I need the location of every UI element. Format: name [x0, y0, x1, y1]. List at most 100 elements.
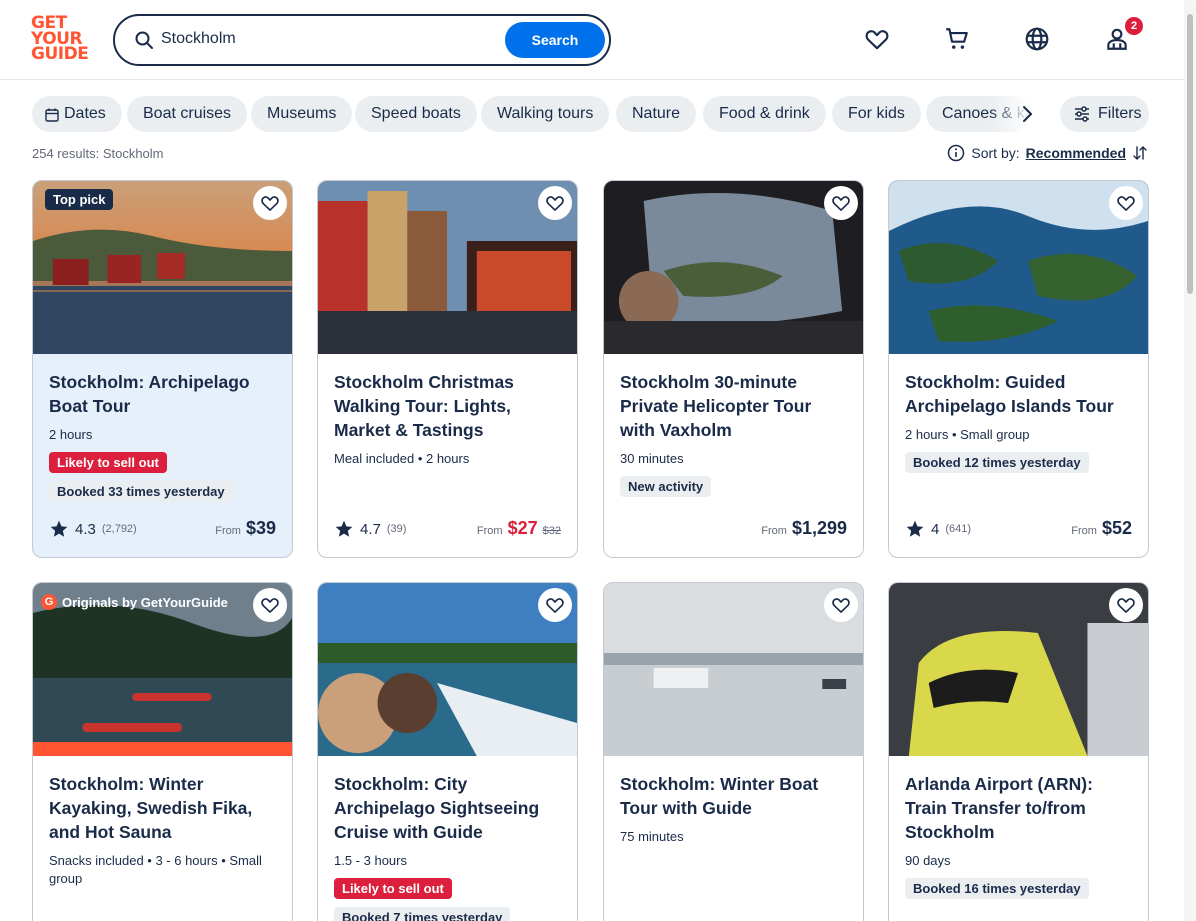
sell-out-badge: Likely to sell out [334, 878, 452, 899]
sort-arrows-icon[interactable] [1132, 145, 1148, 161]
wishlist-button[interactable] [824, 186, 858, 220]
filters-button[interactable]: Filters [1060, 96, 1149, 132]
chevron-right-icon[interactable] [1016, 103, 1038, 125]
activity-meta: Snacks included • 3 - 6 hours • Small gr… [49, 853, 262, 886]
activity-title[interactable]: Stockholm: Guided Archipelago Islands To… [905, 370, 1134, 418]
scrollbar-thumb[interactable] [1187, 14, 1193, 294]
activity-title[interactable]: Stockholm: Winter Kayaking, Swedish Fika… [49, 772, 278, 844]
calendar-icon [45, 108, 59, 122]
globe-icon[interactable] [1024, 26, 1050, 52]
chip-boat-cruises[interactable]: Boat cruises [127, 96, 248, 132]
booking-badge: Booked 33 times yesterday [49, 481, 233, 502]
brand-logo[interactable]: GET YOUR GUIDE [31, 15, 89, 64]
wishlist-button[interactable] [538, 186, 572, 220]
sell-out-badge: Likely to sell out [49, 452, 167, 473]
wishlist-button[interactable] [538, 588, 572, 622]
heart-icon [1117, 196, 1135, 211]
search-icon [135, 31, 153, 49]
heart-icon [546, 598, 564, 613]
activity-title[interactable]: Stockholm: Winter Boat Tour with Guide [620, 772, 849, 820]
search-input[interactable]: Stockholm [161, 30, 236, 48]
star-icon [335, 520, 353, 537]
new-activity-badge: New activity [620, 476, 712, 497]
top-pick-badge: Top pick [45, 189, 114, 210]
activity-card[interactable]: Stockholm 30-minute Private Helicopter T… [603, 180, 864, 558]
chip-for-kids[interactable]: For kids [832, 96, 921, 132]
activity-card[interactable]: Stockholm: Guided Archipelago Islands To… [888, 180, 1149, 558]
price: From $52 [1071, 518, 1132, 538]
card-body: Stockholm: Guided Archipelago Islands To… [905, 370, 1134, 473]
activity-meta: 75 minutes [620, 829, 684, 844]
activity-meta: 2 hours • Small group [905, 427, 1030, 442]
sort-label: Sort by: [971, 145, 1020, 161]
price: From $1,299 [761, 518, 847, 538]
heart-icon [832, 196, 850, 211]
chip-dates[interactable]: Dates [32, 96, 122, 132]
activity-card[interactable]: Arlanda Airport (ARN): Train Transfer to… [888, 582, 1149, 921]
activity-card[interactable]: Stockholm: City Archipelago Sightseeing … [317, 582, 578, 921]
heart-icon[interactable] [864, 26, 890, 52]
wishlist-button[interactable] [1109, 588, 1143, 622]
card-body: Stockholm: Winter Kayaking, Swedish Fika… [49, 772, 278, 888]
star-icon [906, 520, 924, 537]
booking-badge: Booked 16 times yesterday [905, 878, 1089, 899]
booking-badge: Booked 7 times yesterday [334, 907, 511, 921]
activity-card[interactable]: G Originals by GetYourGuide Stockholm: W… [32, 582, 293, 921]
originals-strip [33, 742, 292, 756]
card-body: Stockholm: Winter Boat Tour with Guide 7… [620, 772, 849, 846]
cart-count-badge: 2 [1125, 17, 1143, 35]
activity-card[interactable]: Top pick Stockholm: Archipelago Boat Tou… [32, 180, 293, 558]
sort-value[interactable]: Recommended [1026, 145, 1126, 161]
card-body: Stockholm Christmas Walking Tour: Lights… [334, 370, 563, 468]
card-body: Stockholm 30-minute Private Helicopter T… [620, 370, 849, 497]
card-body: Stockholm: Archipelago Boat Tour 2 hours… [49, 370, 278, 502]
sort-control[interactable]: Sort by: Recommended [947, 144, 1148, 162]
heart-icon [1117, 598, 1135, 613]
rating: 4.3 (2,792) [49, 519, 137, 539]
gyg-logo-icon: G [41, 594, 57, 610]
chip-museums[interactable]: Museums [251, 96, 353, 132]
heart-icon [261, 598, 279, 613]
info-icon[interactable] [947, 144, 965, 162]
card-body: Arlanda Airport (ARN): Train Transfer to… [905, 772, 1134, 899]
activity-meta: 90 days [905, 853, 951, 868]
activity-title[interactable]: Stockholm 30-minute Private Helicopter T… [620, 370, 849, 442]
activity-meta: Meal included • 2 hours [334, 451, 470, 466]
results-count: 254 results: Stockholm [32, 146, 164, 161]
sliders-icon [1075, 106, 1089, 122]
wishlist-button[interactable] [824, 588, 858, 622]
heart-icon [546, 196, 564, 211]
activity-title[interactable]: Stockholm: Archipelago Boat Tour [49, 370, 278, 418]
scrollbar[interactable] [1184, 0, 1196, 921]
wishlist-button[interactable] [1109, 186, 1143, 220]
wishlist-button[interactable] [253, 186, 287, 220]
activity-card[interactable]: Stockholm Christmas Walking Tour: Lights… [317, 180, 578, 558]
cart-icon[interactable] [944, 26, 970, 52]
activity-title[interactable]: Arlanda Airport (ARN): Train Transfer to… [905, 772, 1134, 844]
activity-meta: 2 hours [49, 427, 93, 442]
activity-title[interactable]: Stockholm Christmas Walking Tour: Lights… [334, 370, 563, 442]
category-chips: Dates Boat cruises Museums Speed boats W… [32, 96, 1032, 132]
star-icon [50, 520, 68, 537]
price: From $39 [215, 518, 276, 538]
card-body: Stockholm: City Archipelago Sightseeing … [334, 772, 563, 921]
activity-title[interactable]: Stockholm: City Archipelago Sightseeing … [334, 772, 563, 844]
heart-icon [261, 196, 279, 211]
rating: 4.7 (39) [334, 519, 406, 539]
activity-meta: 30 minutes [620, 451, 684, 466]
wishlist-button[interactable] [253, 588, 287, 622]
rating: 4 (641) [905, 519, 971, 539]
search-button[interactable]: Search [505, 22, 605, 58]
activity-card[interactable]: Stockholm: Winter Boat Tour with Guide 7… [603, 582, 864, 921]
chip-speed-boats[interactable]: Speed boats [355, 96, 477, 132]
site-header: GET YOUR GUIDE Stockholm Search 2 [0, 0, 1184, 80]
price: From $27 $32 [476, 518, 561, 538]
chip-walking-tours[interactable]: Walking tours [481, 96, 610, 132]
heart-icon [832, 598, 850, 613]
booking-badge: Booked 12 times yesterday [905, 452, 1089, 473]
chip-food-drink[interactable]: Food & drink [703, 96, 826, 132]
chip-nature[interactable]: Nature [616, 96, 697, 132]
search-bar[interactable]: Stockholm Search [113, 14, 611, 66]
originals-badge: G Originals by GetYourGuide [41, 594, 228, 610]
activity-meta: 1.5 - 3 hours [334, 853, 407, 868]
